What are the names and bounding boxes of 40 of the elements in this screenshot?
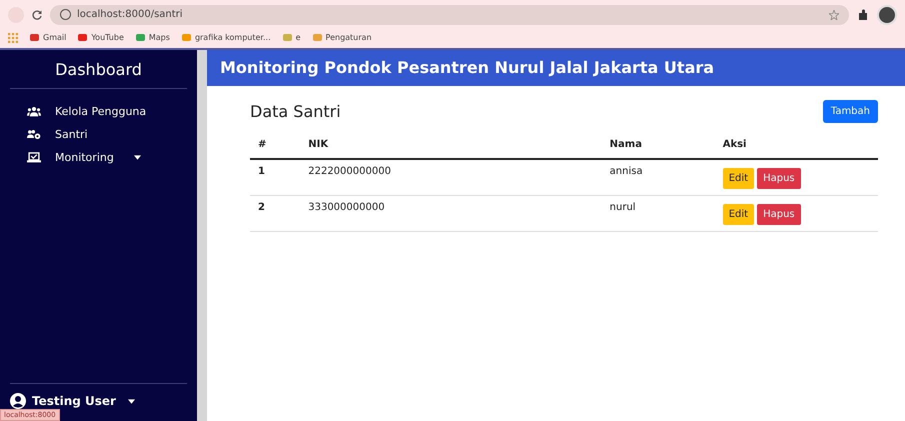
bookmark-link[interactable]: grafika komputer...: [182, 33, 271, 42]
add-button[interactable]: Tambah: [822, 100, 878, 123]
puzzle-icon[interactable]: [857, 8, 869, 20]
bookmark-link[interactable]: Pengaturan: [312, 33, 372, 42]
table-cell: 2: [250, 196, 300, 232]
edit-button[interactable]: Edit: [722, 204, 754, 225]
column-header: #: [250, 131, 300, 159]
user-icon: [10, 393, 26, 409]
bookmark-link[interactable]: Maps: [136, 33, 170, 42]
sidebar-item[interactable]: Kelola Pengguna: [10, 103, 187, 120]
table-cell: nurul: [602, 196, 715, 232]
edit-button[interactable]: Edit: [722, 168, 754, 189]
star-icon[interactable]: [829, 10, 839, 20]
section-title: Data Santri: [250, 102, 341, 121]
delete-button[interactable]: Hapus: [757, 204, 801, 225]
table-cell: 1: [250, 159, 300, 196]
users-icon: [27, 106, 41, 117]
caret-icon: [134, 155, 141, 160]
sidebar-item[interactable]: Santri: [10, 126, 187, 143]
table-cell: 333000000000: [300, 196, 602, 232]
sidebar-title: Dashboard: [10, 50, 187, 89]
table-cell: 2222000000000: [300, 159, 602, 196]
bookmark-link[interactable]: YouTube: [78, 33, 124, 42]
bookmark-link[interactable]: e: [282, 33, 301, 42]
table-cell: annisa: [602, 159, 715, 196]
caret-icon: [128, 398, 135, 404]
sidebar-item[interactable]: Monitoring: [10, 149, 187, 166]
bookmark-link[interactable]: Gmail: [30, 33, 66, 42]
page-header: Monitoring Pondok Pesantren Nurul Jalal Jakarta Utara: [207, 50, 905, 86]
url-text: localhost:8000/santri: [77, 9, 183, 20]
info-icon: [60, 9, 71, 20]
column-header: Nama: [602, 131, 715, 159]
laptop-check-icon: [27, 152, 41, 163]
column-header: NIK: [300, 131, 602, 159]
reload-icon[interactable]: [32, 10, 42, 20]
column-header: Aksi: [714, 131, 878, 159]
address-bar[interactable]: localhost:8000/santri: [50, 4, 849, 24]
delete-button[interactable]: Hapus: [757, 168, 801, 189]
profile-avatar[interactable]: [877, 4, 897, 24]
users-gear-icon: [27, 129, 41, 140]
